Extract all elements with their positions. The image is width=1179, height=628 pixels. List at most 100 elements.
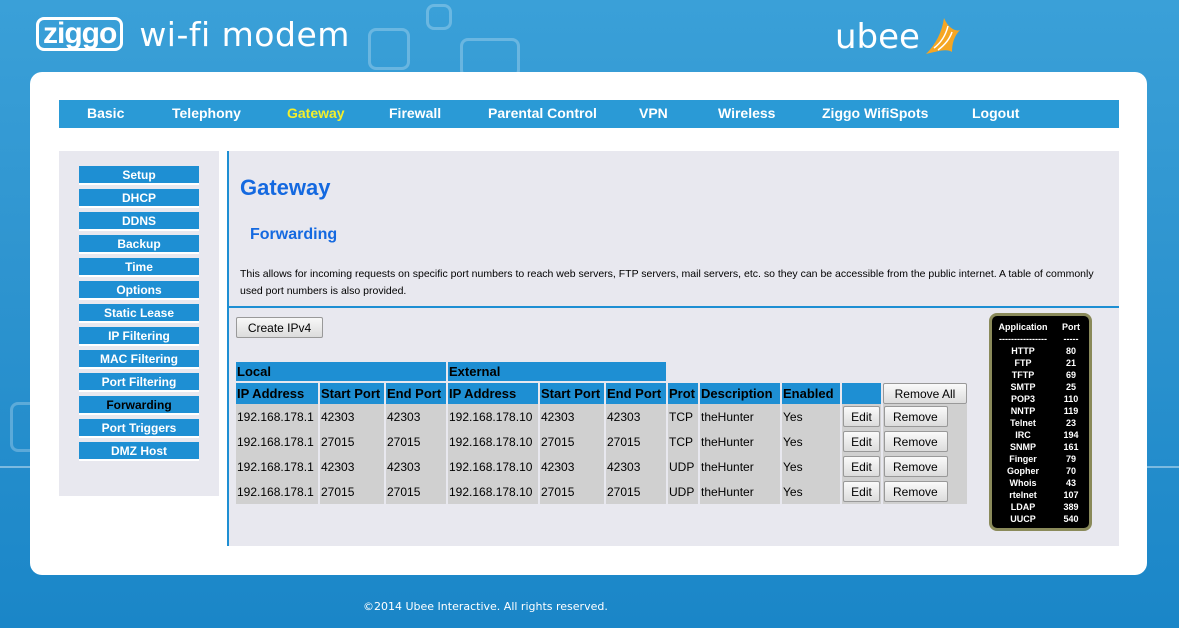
- port-ref-port: 107: [1063, 490, 1079, 500]
- section-description: This allows for incoming requests on spe…: [240, 268, 1094, 297]
- background-decoration: [368, 28, 410, 70]
- table-row: 192.168.178.1 27015 27015 192.168.178.10 270…: [236, 479, 967, 504]
- port-ref-port: 21: [1065, 358, 1076, 368]
- remove-button[interactable]: Remove: [884, 431, 948, 452]
- sidebar-item-ddns[interactable]: DDNS: [79, 212, 199, 231]
- port-ref-port: 79: [1065, 454, 1076, 464]
- port-ref-row: POP3 110: [992, 393, 1089, 405]
- table-cell: theHunter: [700, 454, 780, 479]
- port-ref-port: 540: [1063, 514, 1079, 524]
- main-panel: Basic Telephony Gateway Firewall Parental Co…: [30, 72, 1147, 575]
- port-ref-app: POP3: [1010, 394, 1035, 404]
- product-title: wi-fi modem: [139, 14, 350, 54]
- forwarding-table: Local External IP Address Start Port End P…: [234, 362, 969, 504]
- port-ref-app: TFTP: [1011, 370, 1035, 380]
- edit-button[interactable]: Edit: [843, 406, 880, 427]
- background-line: [0, 466, 30, 468]
- nav-item-ziggo-wifispots[interactable]: Ziggo WifiSpots: [822, 105, 928, 121]
- sidebar-item-ip-filtering[interactable]: IP Filtering: [79, 327, 199, 346]
- table-cell: 42303: [540, 454, 604, 479]
- column-header: Prot: [668, 381, 698, 404]
- port-ref-app: NNTP: [1010, 406, 1036, 416]
- port-ref-app: Gopher: [1006, 466, 1039, 476]
- edit-button[interactable]: Edit: [843, 431, 880, 452]
- table-cell: 192.168.178.1: [236, 454, 318, 479]
- column-header: IP Address: [236, 381, 318, 404]
- sidebar-item-port-triggers[interactable]: Port Triggers: [79, 419, 199, 438]
- port-ref-row: UUCP 540: [992, 513, 1089, 525]
- table-cell: 27015: [540, 479, 604, 504]
- table-row: 192.168.178.1 27015 27015 192.168.178.10 270…: [236, 429, 967, 454]
- port-ref-row: FTP 21: [992, 357, 1089, 369]
- edit-cell: Edit: [842, 454, 881, 479]
- port-ref-row: Telnet 23: [992, 417, 1089, 429]
- sidebar-item-forwarding[interactable]: Forwarding: [79, 396, 199, 415]
- table-cell: theHunter: [700, 404, 780, 429]
- nav-item-vpn[interactable]: VPN: [639, 105, 668, 121]
- group-header-external: External: [448, 362, 666, 381]
- port-ref-row: TFTP 69: [992, 369, 1089, 381]
- edit-button[interactable]: Edit: [843, 481, 880, 502]
- sidebar-item-options[interactable]: Options: [79, 281, 199, 300]
- sidebar-item-backup[interactable]: Backup: [79, 235, 199, 254]
- sidebar-item-static-lease[interactable]: Static Lease: [79, 304, 199, 323]
- sidebar-item-dmz-host[interactable]: DMZ Host: [79, 442, 199, 461]
- table-cell: 27015: [540, 429, 604, 454]
- port-ref-port: 110: [1063, 394, 1079, 404]
- remove-cell: Remove: [883, 454, 967, 479]
- group-header-blank: [668, 362, 967, 381]
- port-ref-header: Application Port: [992, 321, 1089, 333]
- table-row: 192.168.178.1 42303 42303 192.168.178.10 423…: [236, 404, 967, 429]
- edit-cell: Edit: [842, 404, 881, 429]
- port-ref-row: NNTP 119: [992, 405, 1089, 417]
- nav-item-telephony[interactable]: Telephony: [172, 105, 241, 121]
- table-cell: 27015: [606, 479, 666, 504]
- create-ipv4-button[interactable]: Create IPv4: [236, 317, 323, 338]
- remove-button[interactable]: Remove: [884, 456, 948, 477]
- nav-item-parental-control[interactable]: Parental Control: [488, 105, 597, 121]
- top-nav: Basic Telephony Gateway Firewall Parental Co…: [59, 100, 1119, 128]
- port-ref-app: IRC: [1015, 430, 1031, 440]
- port-ref-port: 23: [1065, 418, 1076, 428]
- table-cell: UDP: [668, 454, 698, 479]
- port-ref-app: HTTP: [1011, 346, 1035, 356]
- footer-copyright: ©2014 Ubee Interactive. All rights reser…: [363, 600, 608, 613]
- remove-all-cell: Remove All: [883, 381, 967, 404]
- table-cell: 27015: [606, 429, 666, 454]
- edit-button[interactable]: Edit: [843, 456, 880, 477]
- remove-button[interactable]: Remove: [884, 406, 948, 427]
- nav-item-basic[interactable]: Basic: [87, 105, 124, 121]
- nav-item-logout[interactable]: Logout: [972, 105, 1019, 121]
- edit-cell: Edit: [842, 479, 881, 504]
- port-ref-row: Finger 79: [992, 453, 1089, 465]
- ziggo-logo-mark: ziggo: [36, 17, 124, 51]
- port-ref-app: rtelnet: [1009, 490, 1037, 500]
- ubee-wing-icon: [925, 18, 960, 54]
- column-header: IP Address: [448, 381, 538, 404]
- sidebar-item-port-filtering[interactable]: Port Filtering: [79, 373, 199, 392]
- nav-item-firewall[interactable]: Firewall: [389, 105, 441, 121]
- remove-cell: Remove: [883, 404, 967, 429]
- sidebar-item-mac-filtering[interactable]: MAC Filtering: [79, 350, 199, 369]
- nav-item-wireless[interactable]: Wireless: [718, 105, 775, 121]
- table-cell: 42303: [540, 404, 604, 429]
- remove-all-button[interactable]: Remove All: [883, 383, 967, 404]
- table-cell: 42303: [320, 454, 384, 479]
- port-ref-row: rtelnet 107: [992, 489, 1089, 501]
- port-ref-app: UUCP: [1010, 514, 1036, 524]
- remove-button[interactable]: Remove: [884, 481, 948, 502]
- nav-item-gateway[interactable]: Gateway: [287, 105, 345, 121]
- ubee-logo-text: ubee: [835, 17, 920, 57]
- port-ref-app: SMTP: [1010, 382, 1036, 392]
- port-ref-row: SNMP 161: [992, 441, 1089, 453]
- port-ref-port: 194: [1063, 430, 1079, 440]
- sidebar-item-setup[interactable]: Setup: [79, 166, 199, 185]
- sidebar-item-dhcp[interactable]: DHCP: [79, 189, 199, 208]
- column-header: Start Port: [540, 381, 604, 404]
- sidebar-item-time[interactable]: Time: [79, 258, 199, 277]
- port-ref-row: Whois 43: [992, 477, 1089, 489]
- table-cell: 192.168.178.1: [236, 429, 318, 454]
- group-header-local: Local: [236, 362, 446, 381]
- port-ref-port: 70: [1065, 466, 1076, 476]
- port-ref-port: 389: [1063, 502, 1079, 512]
